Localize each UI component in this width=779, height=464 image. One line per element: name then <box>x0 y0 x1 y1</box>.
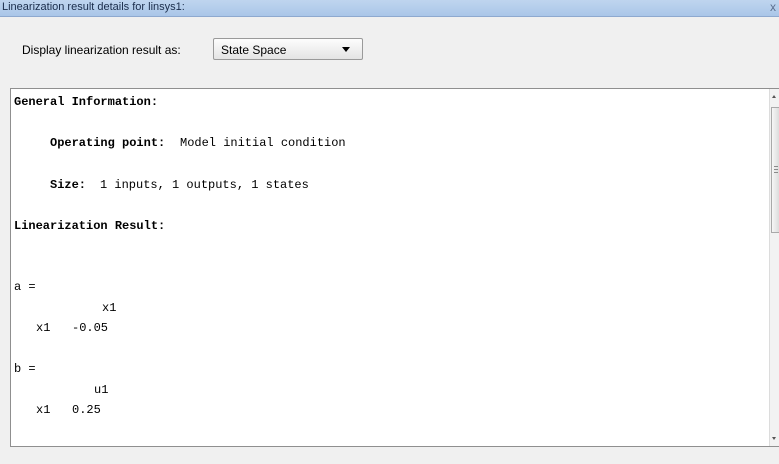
result-text: General Information: Operating point: Mo… <box>14 89 767 446</box>
size-value: 1 inputs, 1 outputs, 1 states <box>100 178 309 192</box>
title-bar: Linearization result details for linsys1… <box>0 0 779 17</box>
window-title: Linearization result details for linsys1… <box>2 1 185 13</box>
b-matrix-value: 0.25 <box>72 403 101 417</box>
result-panel: General Information: Operating point: Mo… <box>10 88 779 447</box>
a-matrix-label: a = <box>14 280 36 294</box>
vertical-scrollbar[interactable] <box>769 89 779 446</box>
chevron-down-icon <box>342 47 350 52</box>
scroll-up-icon[interactable] <box>772 95 776 98</box>
grip-icon <box>774 166 778 173</box>
dropdown-selected-value: State Space <box>221 43 287 57</box>
general-information-heading: General Information: <box>14 95 159 109</box>
scrollbar-thumb[interactable] <box>771 107 779 233</box>
close-icon[interactable]: x <box>770 0 776 15</box>
linearization-result-heading: Linearization Result: <box>14 219 166 233</box>
display-format-label: Display linearization result as: <box>22 43 181 57</box>
b-matrix-row-label: x1 <box>36 403 51 417</box>
b-matrix-label: b = <box>14 362 36 376</box>
a-matrix-col-header: x1 <box>102 301 117 315</box>
size-label: Size: <box>50 178 87 192</box>
operating-point-label: Operating point: <box>50 136 166 150</box>
scroll-down-icon[interactable] <box>772 437 776 440</box>
b-matrix-col-header: u1 <box>94 383 109 397</box>
a-matrix-row-label: x1 <box>36 321 51 335</box>
operating-point-value: Model initial condition <box>180 136 346 150</box>
display-format-dropdown[interactable]: State Space <box>213 38 363 60</box>
a-matrix-value: -0.05 <box>72 321 109 335</box>
